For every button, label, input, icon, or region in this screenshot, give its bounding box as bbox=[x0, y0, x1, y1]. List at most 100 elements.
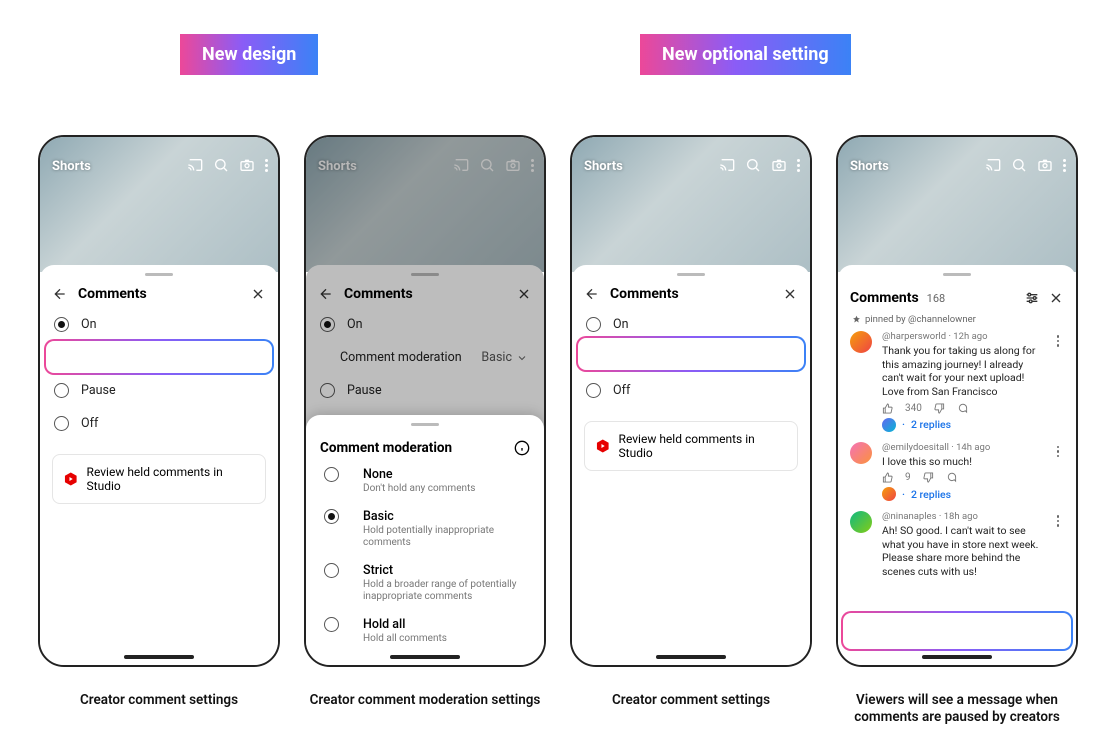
avatar bbox=[882, 487, 896, 501]
drag-handle[interactable] bbox=[145, 273, 173, 276]
radio-icon bbox=[324, 563, 339, 578]
thumb-down-icon[interactable] bbox=[923, 472, 934, 483]
comment-more-icon[interactable] bbox=[1052, 442, 1064, 484]
review-label: Review held comments in Studio bbox=[87, 465, 255, 493]
mod-desc: Hold potentially inappropriate comments bbox=[363, 525, 526, 549]
camera-icon[interactable] bbox=[505, 157, 521, 173]
more-icon[interactable] bbox=[797, 159, 800, 172]
top-icons bbox=[453, 157, 534, 173]
mod-option-none[interactable]: NoneDon't hold any comments bbox=[306, 460, 544, 502]
captions-row: Creator comment settings Creator comment… bbox=[0, 692, 1100, 726]
shorts-label: Shorts bbox=[850, 159, 889, 174]
info-icon[interactable] bbox=[514, 440, 530, 456]
drag-handle[interactable] bbox=[411, 423, 439, 426]
radio-label: Pause bbox=[613, 350, 648, 365]
search-icon[interactable] bbox=[213, 157, 229, 173]
studio-hex-icon bbox=[63, 471, 79, 487]
radio-pause[interactable]: Pause bbox=[572, 341, 810, 374]
review-held-card[interactable]: Review held comments in Studio bbox=[52, 454, 266, 504]
mod-desc: Don't hold any comments bbox=[363, 483, 475, 495]
close-icon[interactable] bbox=[250, 286, 266, 302]
caption-3: Creator comment settings bbox=[570, 692, 812, 726]
thumb-up-icon[interactable] bbox=[882, 472, 893, 483]
search-icon[interactable] bbox=[479, 157, 495, 173]
drag-handle[interactable] bbox=[677, 273, 705, 276]
radio-icon bbox=[324, 509, 339, 524]
radio-label: On bbox=[81, 317, 97, 332]
comment-text: Ah! SO good. I can't wait to see what yo… bbox=[882, 524, 1044, 579]
mod-option-strict[interactable]: StrictHold a broader range of potentiall… bbox=[306, 556, 544, 610]
video-background: Shorts bbox=[572, 137, 810, 272]
radio-off[interactable]: Off bbox=[572, 374, 810, 407]
cast-icon[interactable] bbox=[985, 157, 1001, 173]
video-background: Shorts bbox=[40, 137, 278, 272]
close-icon[interactable] bbox=[782, 286, 798, 302]
paused-text: Comments are paused. bbox=[854, 624, 968, 637]
radio-on[interactable]: On bbox=[40, 308, 278, 341]
camera-icon[interactable] bbox=[1037, 157, 1053, 173]
comment-actions: 9 bbox=[882, 472, 1044, 483]
mod-label: Hold all bbox=[363, 617, 447, 632]
search-icon[interactable] bbox=[1011, 157, 1027, 173]
paused-banner: Comments are paused. Learn more bbox=[844, 614, 1070, 647]
comment-more-icon[interactable] bbox=[1052, 331, 1064, 414]
drag-handle[interactable] bbox=[943, 273, 971, 276]
mod-label: Basic bbox=[363, 509, 526, 524]
comment-user[interactable]: @harpersworld bbox=[882, 331, 946, 342]
camera-icon[interactable] bbox=[239, 157, 255, 173]
cast-icon[interactable] bbox=[453, 157, 469, 173]
cast-icon[interactable] bbox=[719, 157, 735, 173]
home-bar bbox=[922, 655, 992, 659]
shorts-label: Shorts bbox=[584, 159, 623, 174]
caption-1: Creator comment settings bbox=[38, 692, 280, 726]
more-icon[interactable] bbox=[265, 159, 268, 172]
radio-off[interactable]: Off bbox=[40, 407, 278, 440]
video-background: Shorts bbox=[306, 137, 544, 272]
learn-more-link[interactable]: Learn more bbox=[970, 624, 1026, 637]
phone-1: Shorts Comments On Comment moderation bbox=[38, 135, 280, 667]
back-icon[interactable] bbox=[584, 286, 600, 302]
more-icon[interactable] bbox=[531, 159, 534, 172]
video-background: Shorts bbox=[838, 137, 1076, 272]
mod-option-basic[interactable]: BasicHold potentially inappropriate comm… bbox=[306, 502, 544, 556]
cast-icon[interactable] bbox=[187, 157, 203, 173]
replies-link[interactable]: ·2 replies bbox=[838, 418, 1076, 432]
comment-time: 18h ago bbox=[944, 511, 978, 522]
more-icon[interactable] bbox=[1063, 159, 1066, 172]
comments-title: Comments bbox=[850, 290, 919, 306]
avatar[interactable] bbox=[850, 331, 872, 353]
moderation-value: Basic bbox=[215, 350, 246, 365]
review-label: Review held comments in Studio bbox=[619, 432, 787, 460]
like-count: 340 bbox=[905, 403, 922, 414]
comment-more-icon[interactable] bbox=[1052, 511, 1064, 579]
moderation-label: Comment moderation bbox=[74, 350, 196, 365]
comment-user[interactable]: @emilydoesitall bbox=[882, 442, 949, 453]
search-icon[interactable] bbox=[745, 157, 761, 173]
top-icons bbox=[187, 157, 268, 173]
phone-row: Shorts Comments On Comment moderation bbox=[38, 135, 1078, 667]
moderation-row[interactable]: Comment moderation Basic bbox=[40, 341, 278, 374]
radio-pause[interactable]: Pause bbox=[40, 374, 278, 407]
reply-icon[interactable] bbox=[957, 403, 968, 414]
viewer-comments-sheet: Comments 168 pinned by @channelowner @ha… bbox=[838, 265, 1076, 665]
avatar bbox=[882, 418, 896, 432]
reply-icon[interactable] bbox=[946, 472, 957, 483]
phone-3: Shorts Comments On Pause bbox=[570, 135, 812, 667]
mod-option-holdall[interactable]: Hold allHold all comments bbox=[306, 610, 544, 652]
badge-new-optional-setting: New optional setting bbox=[640, 34, 851, 75]
radio-on[interactable]: On bbox=[572, 308, 810, 341]
avatar[interactable] bbox=[850, 442, 872, 464]
review-held-card[interactable]: Review held comments in Studio bbox=[584, 421, 798, 471]
comments-sheet: Comments On Pause Off Review held commen… bbox=[572, 265, 810, 665]
home-bar bbox=[656, 655, 726, 659]
filter-icon[interactable] bbox=[1024, 290, 1040, 306]
camera-icon[interactable] bbox=[771, 157, 787, 173]
avatar[interactable] bbox=[850, 511, 872, 533]
replies-link[interactable]: ·2 replies bbox=[838, 487, 1076, 501]
back-icon[interactable] bbox=[52, 286, 68, 302]
comment-user[interactable]: @ninanaples bbox=[882, 511, 937, 522]
thumb-up-icon[interactable] bbox=[882, 403, 893, 414]
thumb-down-icon[interactable] bbox=[934, 403, 945, 414]
radio-icon bbox=[54, 317, 69, 332]
close-icon[interactable] bbox=[1048, 290, 1064, 306]
